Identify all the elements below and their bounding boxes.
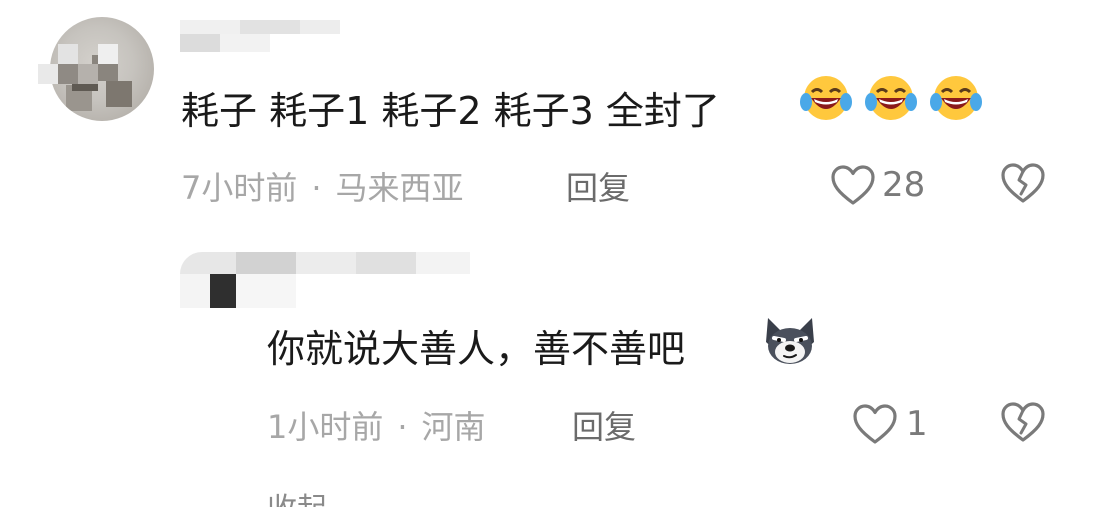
timestamp: 7小时前 (181, 169, 298, 207)
location: 河南 (421, 408, 486, 446)
dislike-button[interactable] (1000, 161, 1046, 209)
broken-heart-icon (1001, 402, 1045, 442)
mosaic-blur (38, 44, 138, 104)
heart-outline-icon (831, 165, 875, 205)
dislike-button[interactable] (1000, 400, 1046, 448)
like-button[interactable]: 28 (830, 161, 925, 209)
location: 马来西亚 (335, 169, 464, 207)
like-button[interactable]: 1 (852, 400, 928, 448)
laughing-crying-emoji (800, 76, 852, 120)
chevron-up-icon (335, 492, 357, 507)
like-count: 1 (906, 404, 928, 444)
meta-separator: · (397, 408, 408, 446)
emoji-group (758, 318, 820, 368)
comment-thread: 耗子 耗子1 耗子2 耗子3 全封了 7小时前 · 马来西亚 回复 28 你就说… (0, 0, 1103, 507)
emoji-group (800, 76, 990, 140)
like-count: 28 (882, 165, 926, 205)
comment-meta: 1小时前 · 河南 (267, 402, 486, 448)
reply-button[interactable]: 回复 (566, 163, 630, 209)
laughing-crying-emoji (930, 76, 983, 120)
author-blurred-block[interactable] (180, 252, 470, 308)
collapse-label: 收起 (267, 492, 327, 507)
broken-heart-icon (1001, 163, 1045, 203)
heart-outline-icon (853, 404, 897, 444)
author-name-blurred[interactable] (180, 20, 340, 52)
comment-text: 你就说大善人，善不善吧 (267, 327, 686, 371)
laughing-crying-emoji (865, 76, 918, 120)
timestamp: 1小时前 (267, 408, 384, 446)
wolf-smirk-emoji (766, 318, 814, 364)
comment-meta: 7小时前 · 马来西亚 (181, 163, 464, 209)
reply-button[interactable]: 回复 (572, 402, 636, 448)
meta-separator: · (311, 169, 322, 207)
comment-text: 耗子 耗子1 耗子2 耗子3 全封了 (181, 89, 720, 133)
collapse-replies-button[interactable]: 收起 (267, 484, 357, 507)
